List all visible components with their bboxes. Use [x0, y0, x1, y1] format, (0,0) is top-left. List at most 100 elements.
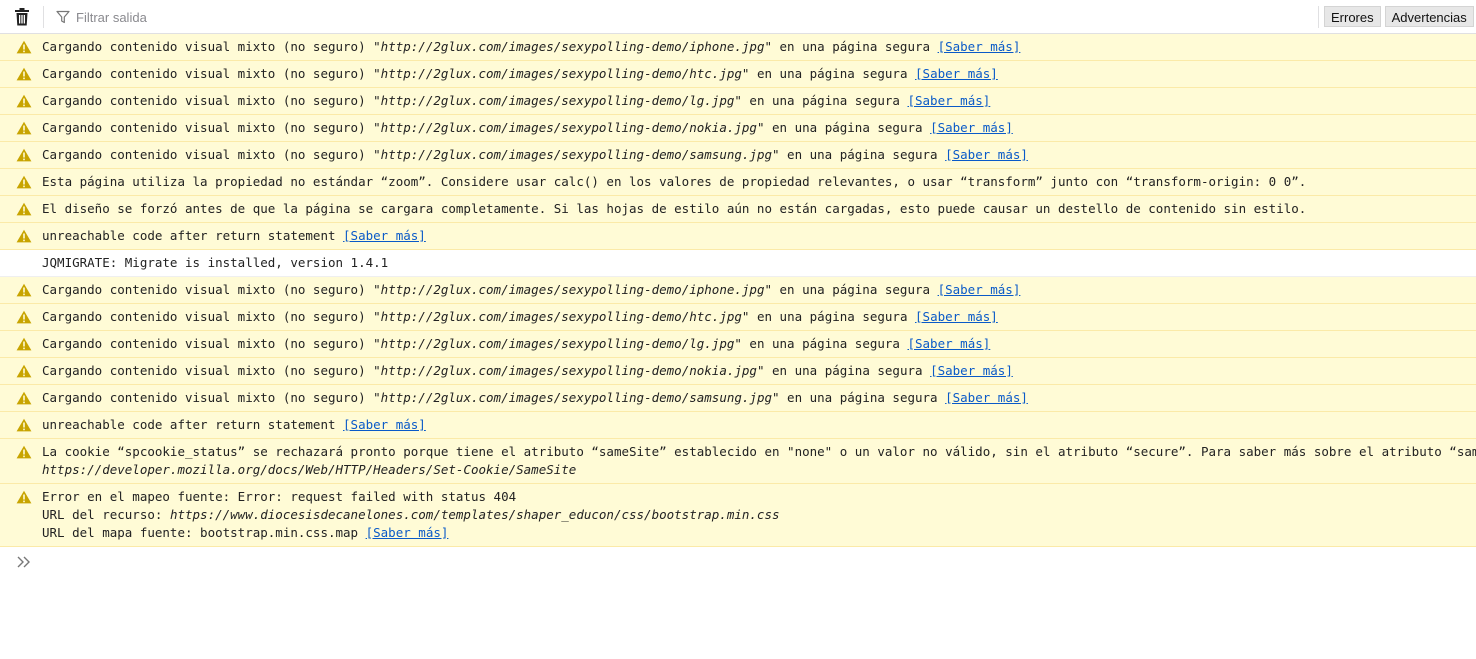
learn-more-link[interactable]: [Saber más]: [930, 363, 1013, 378]
warning-message: Cargando contenido visual mixto (no segu…: [0, 88, 1476, 115]
message-text: en una página segura: [749, 309, 916, 324]
resource-url: "http://2glux.com/images/sexypolling-dem…: [373, 390, 780, 405]
warning-icon: [16, 202, 32, 216]
message-text: en una página segura: [779, 147, 946, 162]
message-text: unreachable code after return statement: [42, 228, 344, 243]
resource-url: "http://2glux.com/images/sexypolling-dem…: [373, 336, 742, 351]
double-chevron-right-icon: [17, 556, 30, 568]
message-text: Cargando contenido visual mixto (no segu…: [42, 390, 374, 405]
warnings-filter-button[interactable]: Advertencias: [1384, 6, 1474, 27]
message-text: en una página segura: [772, 39, 938, 54]
message-text: Cargando contenido visual mixto (no segu…: [42, 120, 374, 135]
trash-icon: [15, 8, 29, 26]
warning-message: Cargando contenido visual mixto (no segu…: [0, 142, 1476, 169]
learn-more-link[interactable]: [Saber más]: [907, 336, 990, 351]
learn-more-link[interactable]: [Saber más]: [945, 390, 1028, 405]
message-text: JQMIGRATE: Migrate is installed, version…: [42, 255, 389, 270]
warning-icon: [16, 148, 32, 162]
resource-url: "http://2glux.com/images/sexypolling-dem…: [373, 93, 742, 108]
warning-icon: [16, 40, 32, 54]
resource-url: "http://2glux.com/images/sexypolling-dem…: [373, 66, 750, 81]
message-text: Cargando contenido visual mixto (no segu…: [42, 309, 374, 324]
learn-more-link[interactable]: [Saber más]: [915, 309, 998, 324]
message-text: Cargando contenido visual mixto (no segu…: [42, 147, 374, 162]
warning-icon: [16, 67, 32, 81]
toolbar-divider: [43, 6, 44, 28]
message-text: El diseño se forzó antes de que la págin…: [42, 201, 1307, 216]
warning-icon: [16, 337, 32, 351]
message-text: en una página segura: [764, 363, 931, 378]
message-text: unreachable code after return statement: [42, 417, 344, 432]
resource-url: "http://2glux.com/images/sexypolling-dem…: [373, 39, 772, 54]
message-text: Cargando contenido visual mixto (no segu…: [42, 66, 374, 81]
message-text: en una página segura: [772, 282, 938, 297]
docs-url[interactable]: https://developer.mozilla.org/docs/Web/H…: [42, 461, 1476, 479]
warning-message: Cargando contenido visual mixto (no segu…: [0, 304, 1476, 331]
learn-more-link[interactable]: [Saber más]: [938, 39, 1021, 54]
clear-console-button[interactable]: [8, 4, 36, 30]
console-js-input[interactable]: [42, 553, 1446, 575]
learn-more-link[interactable]: [Saber más]: [907, 93, 990, 108]
warning-message: Cargando contenido visual mixto (no segu…: [0, 61, 1476, 88]
warning-icon: [16, 283, 32, 297]
warning-icon: [16, 310, 32, 324]
errors-filter-button[interactable]: Errores: [1324, 6, 1381, 27]
warning-message: Cargando contenido visual mixto (no segu…: [0, 331, 1476, 358]
warning-icon: [16, 121, 32, 135]
warning-icon: [16, 391, 32, 405]
warning-message: Cargando contenido visual mixto (no segu…: [0, 34, 1476, 61]
warning-message: Cargando contenido visual mixto (no segu…: [0, 277, 1476, 304]
warning-icon: [16, 490, 32, 504]
message-text: URL del mapa fuente: bootstrap.min.css.m…: [42, 525, 366, 540]
message-text: Esta página utiliza la propiedad no está…: [42, 174, 1307, 189]
resource-url: "http://2glux.com/images/sexypolling-dem…: [373, 147, 780, 162]
warning-icon: [16, 229, 32, 243]
warning-icon: [16, 175, 32, 189]
message-text: en una página segura: [779, 390, 946, 405]
resource-url: "http://2glux.com/images/sexypolling-dem…: [373, 120, 765, 135]
warning-message: Error en el mapeo fuente: Error: request…: [0, 484, 1476, 547]
sourcemap-url-line: URL del mapa fuente: bootstrap.min.css.m…: [42, 524, 1476, 542]
message-text: Cargando contenido visual mixto (no segu…: [42, 282, 374, 297]
filter-output-input[interactable]: [74, 8, 1278, 26]
learn-more-link[interactable]: [Saber más]: [366, 525, 449, 540]
message-text: en una página segura: [764, 120, 931, 135]
message-text: Cargando contenido visual mixto (no segu…: [42, 39, 374, 54]
funnel-icon: [56, 10, 70, 24]
warning-icon: [16, 445, 32, 459]
message-text: La cookie “spcookie_status” se rechazará…: [42, 444, 1476, 459]
warning-message: Cargando contenido visual mixto (no segu…: [0, 385, 1476, 412]
message-text: en una página segura: [749, 66, 916, 81]
log-level-filters: Errores Advertencias: [1324, 6, 1474, 27]
log-message: JQMIGRATE: Migrate is installed, version…: [0, 250, 1476, 277]
warning-message: Cargando contenido visual mixto (no segu…: [0, 115, 1476, 142]
filter-box: [50, 4, 1310, 30]
learn-more-link[interactable]: [Saber más]: [945, 147, 1028, 162]
console-input-row: [0, 551, 1476, 575]
warning-message: Cargando contenido visual mixto (no segu…: [0, 358, 1476, 385]
message-text: Cargando contenido visual mixto (no segu…: [42, 363, 374, 378]
learn-more-link[interactable]: [Saber más]: [938, 282, 1021, 297]
message-text: URL del recurso:: [42, 507, 170, 522]
resource-url: "http://2glux.com/images/sexypolling-dem…: [373, 309, 750, 324]
resource-url[interactable]: https://www.diocesisdecanelones.com/temp…: [170, 507, 780, 522]
warning-message: Esta página utiliza la propiedad no está…: [0, 169, 1476, 196]
warning-icon: [16, 418, 32, 432]
resource-url: "http://2glux.com/images/sexypolling-dem…: [373, 363, 765, 378]
resource-url-line: URL del recurso: https://www.diocesisdec…: [42, 506, 1476, 524]
warning-icon: [16, 364, 32, 378]
learn-more-link[interactable]: [Saber más]: [930, 120, 1013, 135]
toolbar-divider: [1318, 6, 1319, 28]
message-text: Cargando contenido visual mixto (no segu…: [42, 93, 374, 108]
message-text: en una página segura: [741, 336, 908, 351]
message-text: Cargando contenido visual mixto (no segu…: [42, 336, 374, 351]
message-text: Error en el mapeo fuente: Error: request…: [42, 489, 517, 504]
learn-more-link[interactable]: [Saber más]: [343, 228, 426, 243]
warning-message: El diseño se forzó antes de que la págin…: [0, 196, 1476, 223]
console-output: Cargando contenido visual mixto (no segu…: [0, 34, 1476, 547]
learn-more-link[interactable]: [Saber más]: [343, 417, 426, 432]
console-toolbar: Errores Advertencias: [0, 0, 1476, 34]
warning-message: unreachable code after return statement …: [0, 223, 1476, 250]
learn-more-link[interactable]: [Saber más]: [915, 66, 998, 81]
warning-message: unreachable code after return statement …: [0, 412, 1476, 439]
